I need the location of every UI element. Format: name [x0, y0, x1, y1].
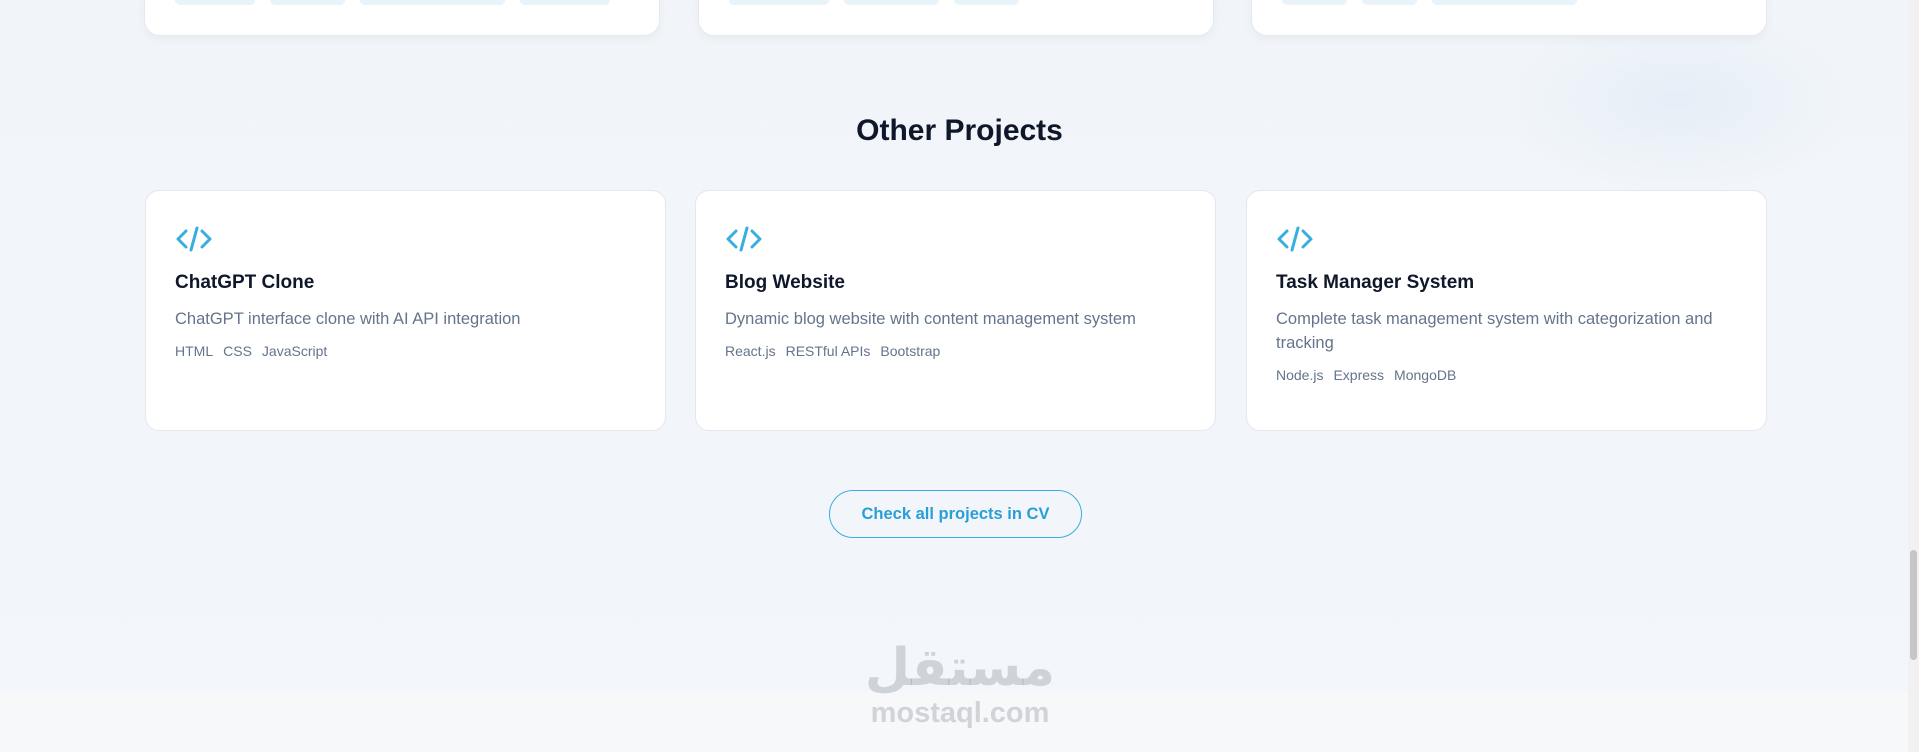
- project-title: Blog Website: [725, 272, 845, 293]
- check-cv-projects-button[interactable]: Check all projects in CV: [829, 490, 1082, 538]
- tech-tags: HTML CSS JavaScript: [175, 343, 636, 359]
- tech-tag: Express: [1333, 367, 1385, 383]
- scroll-thumb[interactable]: [1910, 550, 1917, 660]
- tech-tags: Node.js Express MongoDB: [1276, 367, 1737, 383]
- watermark-latin: mostaql.com: [870, 697, 1050, 729]
- tech-tag: CSS: [223, 343, 252, 359]
- background-glow: [1499, 10, 1859, 190]
- watermark-arabic: مستقل: [864, 638, 1056, 698]
- tech-tag: Bootstrap: [880, 343, 941, 359]
- tech-tag: JavaScript: [261, 343, 328, 359]
- previous-project-card[interactable]: [698, 0, 1214, 36]
- code-icon: [1277, 226, 1313, 252]
- section-title: Other Projects: [856, 114, 1063, 147]
- project-card-task-manager[interactable]: Task Manager System Complete task manage…: [1246, 190, 1767, 431]
- project-card-blog-website[interactable]: Blog Website Dynamic blog website with c…: [695, 190, 1216, 431]
- project-description: Dynamic blog website with content manage…: [725, 310, 1136, 328]
- tech-tag: Node.js: [1276, 367, 1324, 383]
- scrollbar[interactable]: [1908, 0, 1919, 752]
- project-card-chatgpt-clone[interactable]: ChatGPT Clone ChatGPT interface clone wi…: [145, 190, 666, 431]
- previous-project-card[interactable]: [144, 0, 660, 36]
- tech-tag: MongoDB: [1394, 367, 1457, 383]
- previous-project-card[interactable]: [1251, 0, 1767, 36]
- tech-tag: RESTful APIs: [785, 343, 871, 359]
- project-title: Task Manager System: [1276, 272, 1475, 293]
- code-icon: [726, 226, 762, 252]
- tech-tags: React.js RESTful APIs Bootstrap: [725, 343, 1186, 359]
- watermark: مستقل mostaql.com: [860, 640, 1060, 730]
- portfolio-page: Other Projects ChatGPT Clone ChatGPT int…: [0, 0, 1919, 752]
- project-title: ChatGPT Clone: [175, 272, 315, 293]
- project-description: ChatGPT interface clone with AI API inte…: [175, 310, 521, 328]
- tech-tag: React.js: [725, 343, 776, 359]
- tech-tag: HTML: [175, 343, 214, 359]
- code-icon: [176, 226, 212, 252]
- project-description: Complete task management system with cat…: [1276, 310, 1713, 352]
